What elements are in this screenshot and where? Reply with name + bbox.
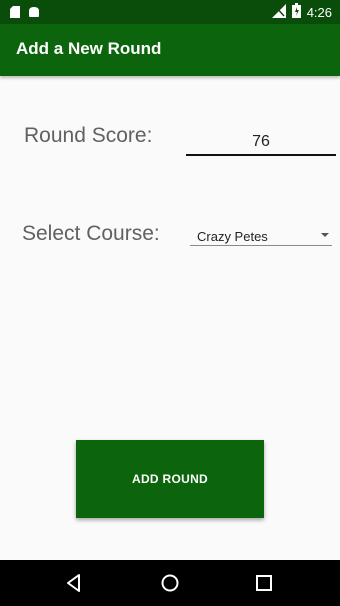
back-icon[interactable] (63, 572, 85, 594)
add-round-button[interactable]: ADD ROUND (76, 440, 264, 518)
battery-icon (291, 3, 301, 21)
sd-card-icon (10, 5, 20, 23)
status-bar: 4:26 (0, 0, 340, 24)
app-screen: 4:26 Add a New Round Round Score: 76 Sel… (0, 0, 340, 606)
app-bar: Add a New Round (0, 24, 340, 76)
status-notifications (10, 5, 40, 23)
page-title: Add a New Round (16, 39, 162, 58)
chevron-down-icon (321, 233, 329, 237)
android-icon (28, 5, 40, 23)
recents-icon[interactable] (253, 572, 275, 594)
status-time: 4:26 (306, 4, 332, 20)
home-icon[interactable] (159, 572, 181, 594)
course-selected-value: Crazy Petes (197, 229, 268, 244)
round-score-input[interactable]: 76 (186, 128, 336, 156)
select-course-label: Select Course: (22, 222, 160, 245)
round-score-label: Round Score: (24, 124, 153, 147)
signal-off-icon (271, 3, 286, 21)
course-dropdown[interactable]: Crazy Petes (190, 225, 332, 246)
status-system: 4:26 (271, 3, 332, 21)
navigation-bar (0, 560, 340, 606)
